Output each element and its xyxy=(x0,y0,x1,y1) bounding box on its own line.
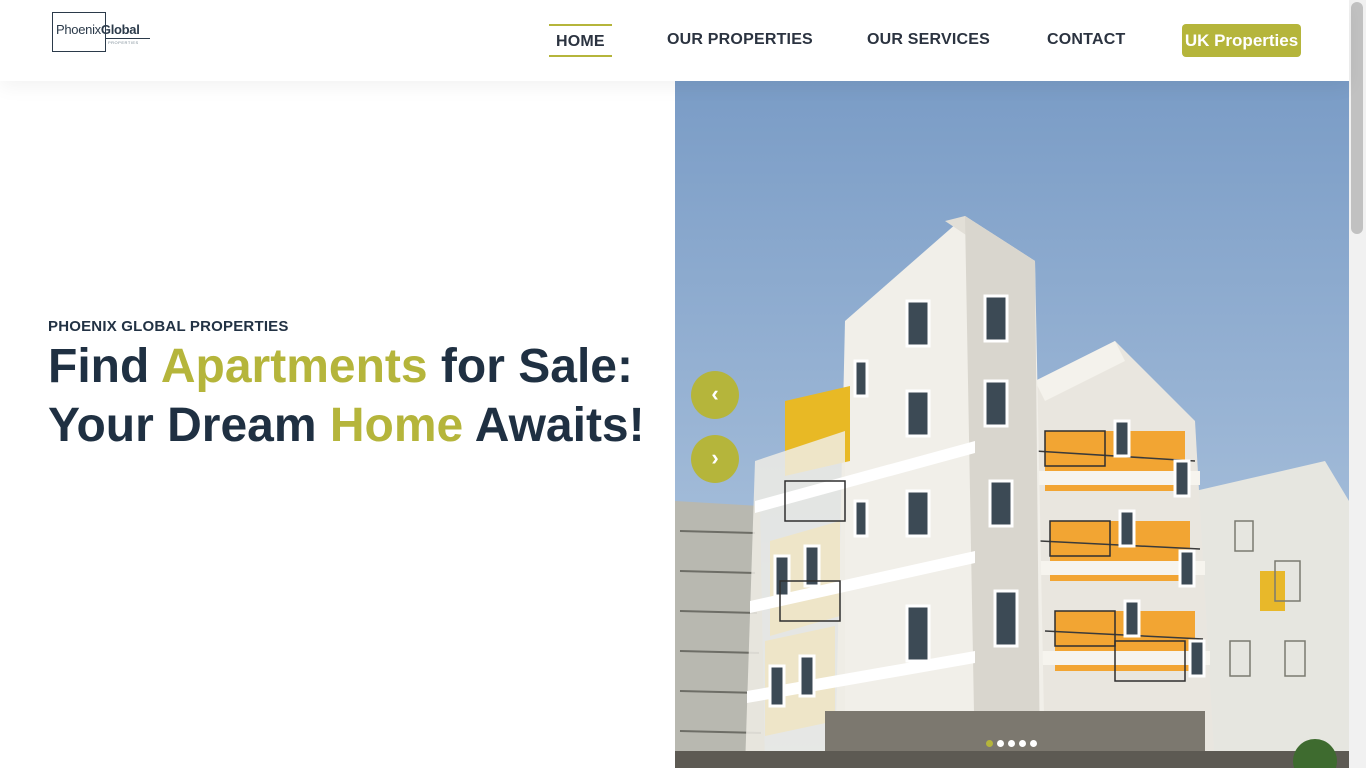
slider-dot-1[interactable] xyxy=(986,740,993,747)
hero-slide-image xyxy=(675,81,1349,768)
nav-our-properties[interactable]: OUR PROPERTIES xyxy=(667,31,813,49)
slider-next-button[interactable]: › xyxy=(691,435,739,483)
hero-headline: Find Apartments for Sale: Your Dream Hom… xyxy=(48,340,645,452)
slider-prev-button[interactable]: ‹ xyxy=(691,371,739,419)
site-header: PhoenixGlobal PROPERTIES HOME OUR PROPER… xyxy=(0,0,1349,81)
logo-tagline: PROPERTIES xyxy=(108,40,139,45)
nav-our-services[interactable]: OUR SERVICES xyxy=(867,31,990,49)
logo-rule xyxy=(106,38,150,39)
nav-contact[interactable]: CONTACT xyxy=(1047,31,1125,49)
headline-accent-apartments: Apartments xyxy=(160,340,428,393)
uk-properties-button[interactable]: UK Properties xyxy=(1182,24,1301,57)
slider-dot-2[interactable] xyxy=(997,740,1004,747)
slider-pagination xyxy=(986,740,1037,747)
slider-dot-3[interactable] xyxy=(1008,740,1015,747)
logo-wordmark: PhoenixGlobal xyxy=(56,22,140,37)
nav-home[interactable]: HOME xyxy=(549,24,612,57)
slider-dot-4[interactable] xyxy=(1019,740,1026,747)
headline-accent-home: Home xyxy=(329,399,464,452)
page-scrollbar[interactable] xyxy=(1349,0,1366,768)
slider-dot-5[interactable] xyxy=(1030,740,1037,747)
logo[interactable]: PhoenixGlobal PROPERTIES xyxy=(52,12,156,52)
scrollbar-thumb[interactable] xyxy=(1351,2,1363,234)
hero-eyebrow: PHOENIX GLOBAL PROPERTIES xyxy=(48,318,289,335)
